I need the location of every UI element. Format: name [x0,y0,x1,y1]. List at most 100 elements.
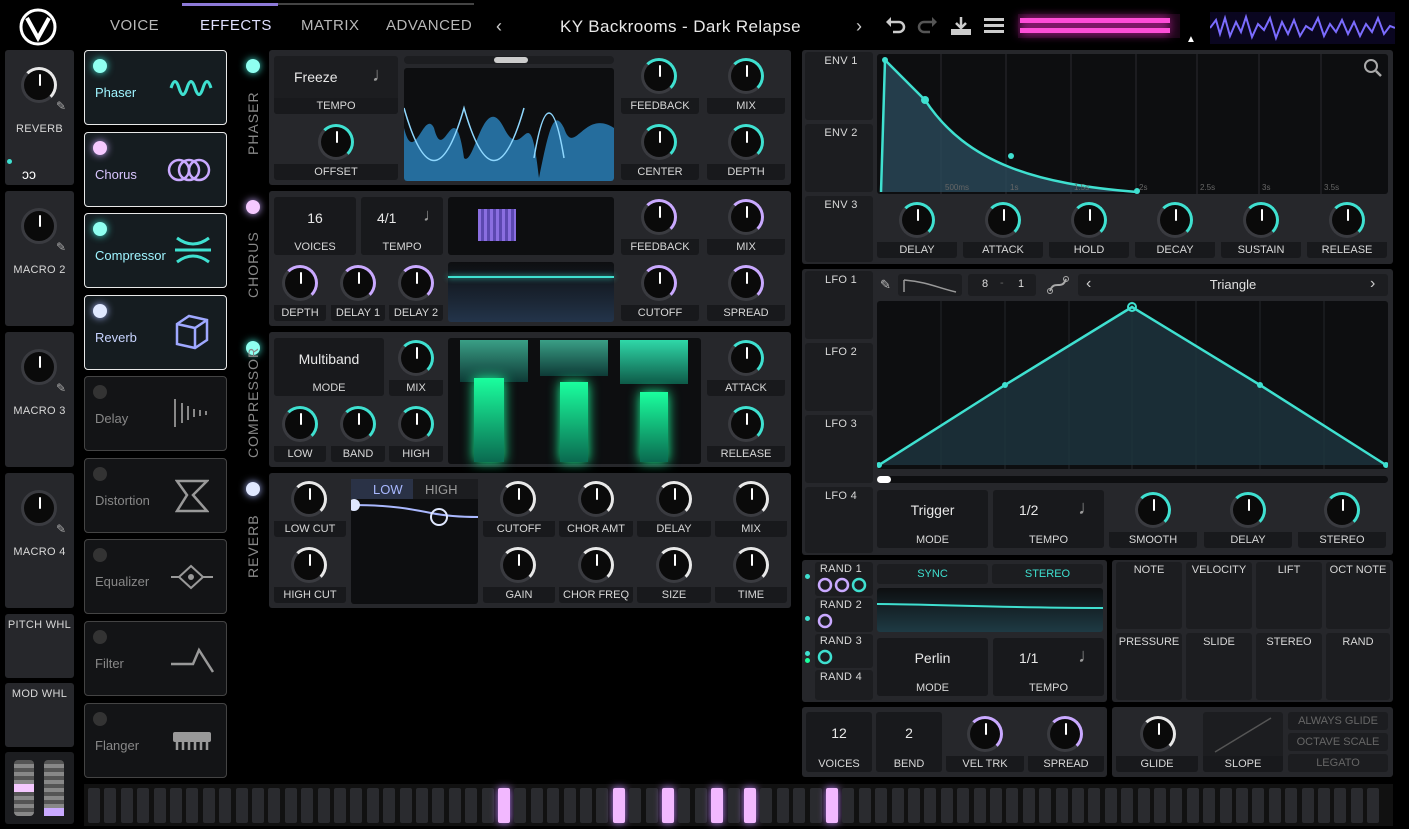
pitch-wheel-label[interactable]: PITCH WHL [5,619,74,631]
lfo-shape-display[interactable] [877,301,1388,469]
fx-enable-toggle[interactable] [93,385,107,399]
reverb-mix-knob[interactable] [733,481,769,517]
always-glide-toggle[interactable]: ALWAYS GLIDE [1288,712,1388,730]
phaser-offset-knob[interactable] [318,124,354,160]
piano-key[interactable] [334,788,346,823]
piano-key[interactable] [268,788,281,823]
piano-key[interactable] [662,788,674,823]
reverb-high-cut-knob[interactable] [291,547,327,583]
phaser-mix-knob[interactable] [728,58,764,94]
piano-key[interactable] [858,788,871,823]
compressor-release-knob[interactable] [728,406,764,442]
piano-key[interactable] [891,788,904,823]
piano-key[interactable] [1350,788,1363,823]
rand-4-slot[interactable]: RAND 4 [815,670,873,700]
piano-key[interactable] [760,788,773,823]
reverb-chor-amt-knob[interactable] [578,481,614,517]
mod-source-velocity[interactable]: VELOCITY [1186,562,1252,629]
lfo-delay-knob[interactable] [1230,492,1266,528]
piano-key[interactable] [744,788,756,823]
piano-key[interactable] [1170,788,1183,823]
piano-key[interactable] [1055,788,1068,823]
lfo-phase-slider[interactable] [877,476,1388,483]
piano-key[interactable] [530,788,543,823]
fx-card-chorus[interactable]: Chorus [84,132,227,207]
lfo-stereo-knob[interactable] [1324,492,1360,528]
mod-source-oct-note[interactable]: OCT NOTE [1326,562,1390,629]
fx-enable-toggle[interactable] [93,141,107,155]
reverb-time-knob[interactable] [733,547,769,583]
phaser-feedback-knob[interactable] [641,58,677,94]
tab-advanced[interactable]: ADVANCED [386,17,472,34]
env-release-knob[interactable] [1329,202,1365,238]
piano-key[interactable] [1022,788,1035,823]
piano-key[interactable] [1285,788,1298,823]
piano-key[interactable] [1219,788,1232,823]
lfo-1-slot[interactable]: LFO 1 [805,271,873,339]
edit-pencil-icon[interactable]: ✎ [56,240,66,254]
piano-key[interactable] [104,788,117,823]
macro-1-knob[interactable] [21,67,57,103]
piano-key[interactable] [137,788,150,823]
piano-key[interactable] [481,788,494,823]
fx-enable-toggle[interactable] [93,548,107,562]
mod-source-lift[interactable]: LIFT [1256,562,1322,629]
reverb-gain-knob[interactable] [500,547,536,583]
piano-key[interactable] [924,788,937,823]
piano-key[interactable] [1367,788,1380,823]
piano-key[interactable] [793,788,806,823]
piano-key[interactable] [547,788,560,823]
compressor-attack-knob[interactable] [728,340,764,376]
piano-key[interactable] [252,788,264,823]
chorus-depth-knob[interactable] [282,265,318,301]
piano-key[interactable] [1154,788,1166,823]
piano-key[interactable] [645,788,658,823]
spread-knob[interactable] [1047,716,1083,752]
volume-meter[interactable] [1018,14,1180,38]
pitch-wheel[interactable] [14,760,34,816]
rand-1-slot[interactable]: RAND 1 [815,562,873,596]
piano-key[interactable] [776,788,789,823]
fx-enable-toggle[interactable] [93,467,107,481]
macro-3-label[interactable]: MACRO 3 [5,405,74,417]
reverb-low-cut-knob[interactable] [291,481,327,517]
chorus-cutoff-knob[interactable] [641,265,677,301]
piano-key[interactable] [563,788,576,823]
piano-key[interactable] [1121,788,1134,823]
piano-key[interactable] [908,788,920,823]
env-1-slot[interactable]: ENV 1 [805,52,873,120]
fx-enable-toggle[interactable] [93,630,107,644]
lfo-grid-y[interactable]: 1 [1018,278,1024,290]
piano-key[interactable] [875,788,888,823]
macro-4-knob[interactable] [21,490,57,526]
piano-key[interactable] [498,788,510,823]
mod-source-note[interactable]: NOTE [1116,562,1182,629]
piano-key[interactable] [1006,788,1019,823]
macro-2-label[interactable]: MACRO 2 [5,264,74,276]
envelope-display[interactable]: 500ms 1s 1.5s 2s 2.5s 3s 3.5s [877,54,1388,194]
chorus-delay2-knob[interactable] [398,265,434,301]
piano-key[interactable] [170,788,182,823]
piano-key[interactable] [1252,788,1265,823]
piano-key[interactable] [711,788,724,823]
vital-logo[interactable] [18,8,58,46]
piano-key[interactable] [120,788,133,823]
save-icon[interactable] [949,15,973,37]
piano-key[interactable] [678,788,691,823]
volume-handle-icon[interactable]: ▲ [1186,34,1196,45]
compressor-low-knob[interactable] [282,406,318,442]
fx-card-phaser[interactable]: Phaser [84,50,227,125]
reverb-enable-toggle[interactable] [246,482,260,496]
fx-card-distortion[interactable]: Distortion [84,458,227,533]
redo-icon[interactable] [917,14,939,36]
preset-name[interactable]: KY Backrooms - Dark Relapse [560,17,801,37]
fx-card-reverb[interactable]: Reverb [84,295,227,370]
env-attack-knob[interactable] [985,202,1021,238]
piano-key[interactable] [694,788,707,823]
rand-display[interactable] [876,588,1104,632]
piano-key[interactable] [580,788,592,823]
phaser-sync-mode[interactable]: Freeze [294,69,338,85]
phaser-enable-toggle[interactable] [246,59,260,73]
chorus-spread-knob[interactable] [728,265,764,301]
chorus-enable-toggle[interactable] [246,200,260,214]
